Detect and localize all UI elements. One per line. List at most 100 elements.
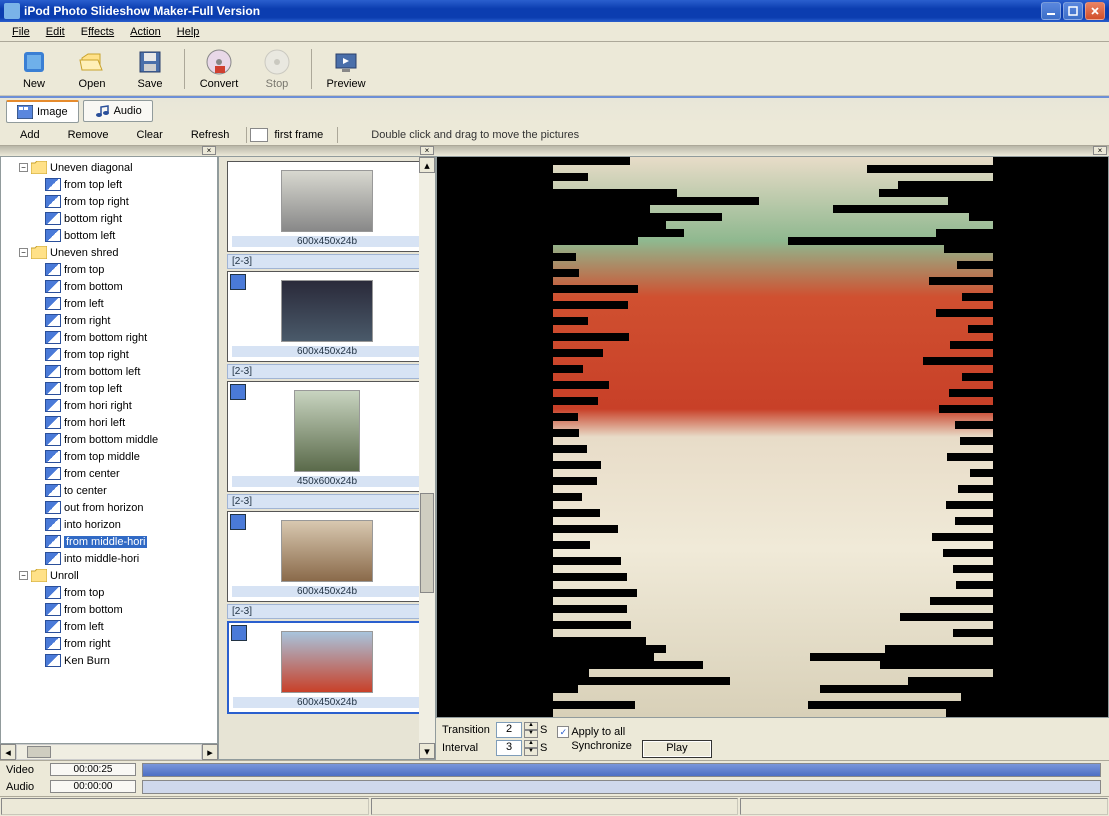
collapse-icon[interactable]: − (19, 163, 28, 172)
panel-close-icon[interactable]: × (1093, 146, 1107, 155)
effect-icon (45, 586, 61, 599)
menu-action[interactable]: Action (122, 24, 169, 40)
scroll-right-icon[interactable]: ▸ (202, 744, 218, 760)
menu-file[interactable]: File (4, 24, 38, 40)
panel-close-icon[interactable]: × (202, 146, 216, 155)
transition-spinner[interactable]: ▲▼ (524, 722, 538, 738)
preview-button[interactable]: Preview (318, 44, 374, 94)
tree-effect-label: from top left (64, 179, 122, 191)
h-scrollbar[interactable]: ◂ ▸ (0, 744, 218, 760)
image-icon (17, 105, 33, 119)
thumbnail-item[interactable]: [2-3]600x450x24b (227, 254, 427, 362)
effect-icon (45, 382, 61, 395)
tree-effect-item[interactable]: from top left (1, 176, 217, 193)
thumbnail-item[interactable]: [2-3]600x450x24b (227, 604, 427, 714)
clear-button[interactable]: Clear (123, 127, 177, 143)
tree-folder-label: Uneven diagonal (50, 162, 133, 174)
tree-folder[interactable]: −Unroll (1, 567, 217, 584)
maximize-button[interactable] (1063, 2, 1083, 20)
synchronize-label[interactable]: Synchronize (571, 740, 632, 752)
tree-folder[interactable]: −Uneven shred (1, 244, 217, 261)
tree-effect-item[interactable]: from top (1, 584, 217, 601)
tree-effect-item[interactable]: from top right (1, 193, 217, 210)
tree-effect-item[interactable]: from bottom (1, 601, 217, 618)
tree-effect-item[interactable]: from top (1, 261, 217, 278)
effect-icon (45, 365, 61, 378)
tree-effect-item[interactable]: from top middle (1, 448, 217, 465)
audio-icon (94, 104, 110, 118)
tree-effect-label: from top (64, 587, 104, 599)
open-button[interactable]: Open (64, 44, 120, 94)
apply-all-checkbox[interactable]: ✓ (557, 726, 569, 738)
tree-effect-item[interactable]: Ken Burn (1, 652, 217, 669)
tree-effect-item[interactable]: into horizon (1, 516, 217, 533)
add-button[interactable]: Add (6, 127, 54, 143)
tree-effect-item[interactable]: bottom right (1, 210, 217, 227)
scroll-down-icon[interactable]: ▾ (419, 743, 435, 759)
tree-effect-item[interactable]: from right (1, 635, 217, 652)
tree-effect-item[interactable]: from hori left (1, 414, 217, 431)
interval-input[interactable]: 3 (496, 740, 522, 756)
menu-help[interactable]: Help (169, 24, 208, 40)
tree-effect-item[interactable]: from bottom (1, 278, 217, 295)
effect-icon (45, 637, 61, 650)
tree-effect-label: from middle-hori (64, 536, 147, 548)
first-frame-checkbox[interactable] (250, 128, 268, 142)
tree-effect-item[interactable]: from right (1, 312, 217, 329)
thumb-range-label: [2-3] (227, 494, 427, 509)
timeline: Video 00:00:25 Audio 00:00:00 (0, 760, 1109, 796)
tree-effect-item[interactable]: from hori right (1, 397, 217, 414)
thumbnail-item[interactable]: [2-3]600x450x24b (227, 494, 427, 602)
tree-effect-item[interactable]: from top right (1, 346, 217, 363)
thumb-effect-icon (230, 274, 246, 290)
thumbnail-item[interactable]: [2-3]450x600x24b (227, 364, 427, 492)
refresh-button[interactable]: Refresh (177, 127, 244, 143)
tree-effect-item[interactable]: to center (1, 482, 217, 499)
panel-close-icon[interactable]: × (420, 146, 434, 155)
tree-effect-item[interactable]: from bottom middle (1, 431, 217, 448)
tab-audio[interactable]: Audio (83, 100, 153, 122)
effect-icon (45, 518, 61, 531)
video-track[interactable] (142, 763, 1101, 777)
effect-icon (45, 620, 61, 633)
tree-effect-item[interactable]: from left (1, 618, 217, 635)
tree-effect-item[interactable]: from top left (1, 380, 217, 397)
convert-button[interactable]: Convert (191, 44, 247, 94)
collapse-icon[interactable]: − (19, 571, 28, 580)
tree-effect-label: from left (64, 621, 104, 633)
tree-effect-label: from right (64, 315, 110, 327)
thumbnail-item[interactable]: 600x450x24b (227, 161, 427, 252)
scroll-up-icon[interactable]: ▴ (419, 157, 435, 173)
tree-effect-item[interactable]: from middle-hori (1, 533, 217, 550)
tree-effect-label: to center (64, 485, 107, 497)
minimize-button[interactable] (1041, 2, 1061, 20)
tree-effect-label: into horizon (64, 519, 121, 531)
interval-spinner[interactable]: ▲▼ (524, 740, 538, 756)
toolbar-separator (311, 49, 312, 89)
save-button[interactable]: Save (122, 44, 178, 94)
audio-track[interactable] (142, 780, 1101, 794)
menu-edit[interactable]: Edit (38, 24, 73, 40)
tree-effect-item[interactable]: into middle-hori (1, 550, 217, 567)
play-button[interactable]: Play (642, 740, 712, 758)
tree-effect-item[interactable]: out from horizon (1, 499, 217, 516)
scroll-left-icon[interactable]: ◂ (0, 744, 16, 760)
effects-tree[interactable]: − Uneven diagonal from top left from top ri… (0, 156, 218, 744)
new-button[interactable]: New (6, 44, 62, 94)
tab-image[interactable]: Image (6, 100, 79, 123)
tree-folder[interactable]: − Uneven diagonal (1, 159, 217, 176)
tree-effect-item[interactable]: from center (1, 465, 217, 482)
tab-row: Image Audio (0, 96, 1109, 124)
v-scrollbar[interactable]: ▴ ▾ (419, 157, 435, 759)
close-button[interactable] (1085, 2, 1105, 20)
tree-effect-item[interactable]: from bottom right (1, 329, 217, 346)
tree-effect-item[interactable]: bottom left (1, 227, 217, 244)
menu-effects[interactable]: Effects (73, 24, 122, 40)
tree-effect-item[interactable]: from bottom left (1, 363, 217, 380)
transition-input[interactable]: 2 (496, 722, 522, 738)
tree-effect-label: from bottom left (64, 366, 140, 378)
collapse-icon[interactable]: − (19, 248, 28, 257)
thumbnail-list[interactable]: 600x450x24b[2-3]600x450x24b[2-3]450x600x… (218, 156, 436, 760)
remove-button[interactable]: Remove (54, 127, 123, 143)
tree-effect-item[interactable]: from left (1, 295, 217, 312)
